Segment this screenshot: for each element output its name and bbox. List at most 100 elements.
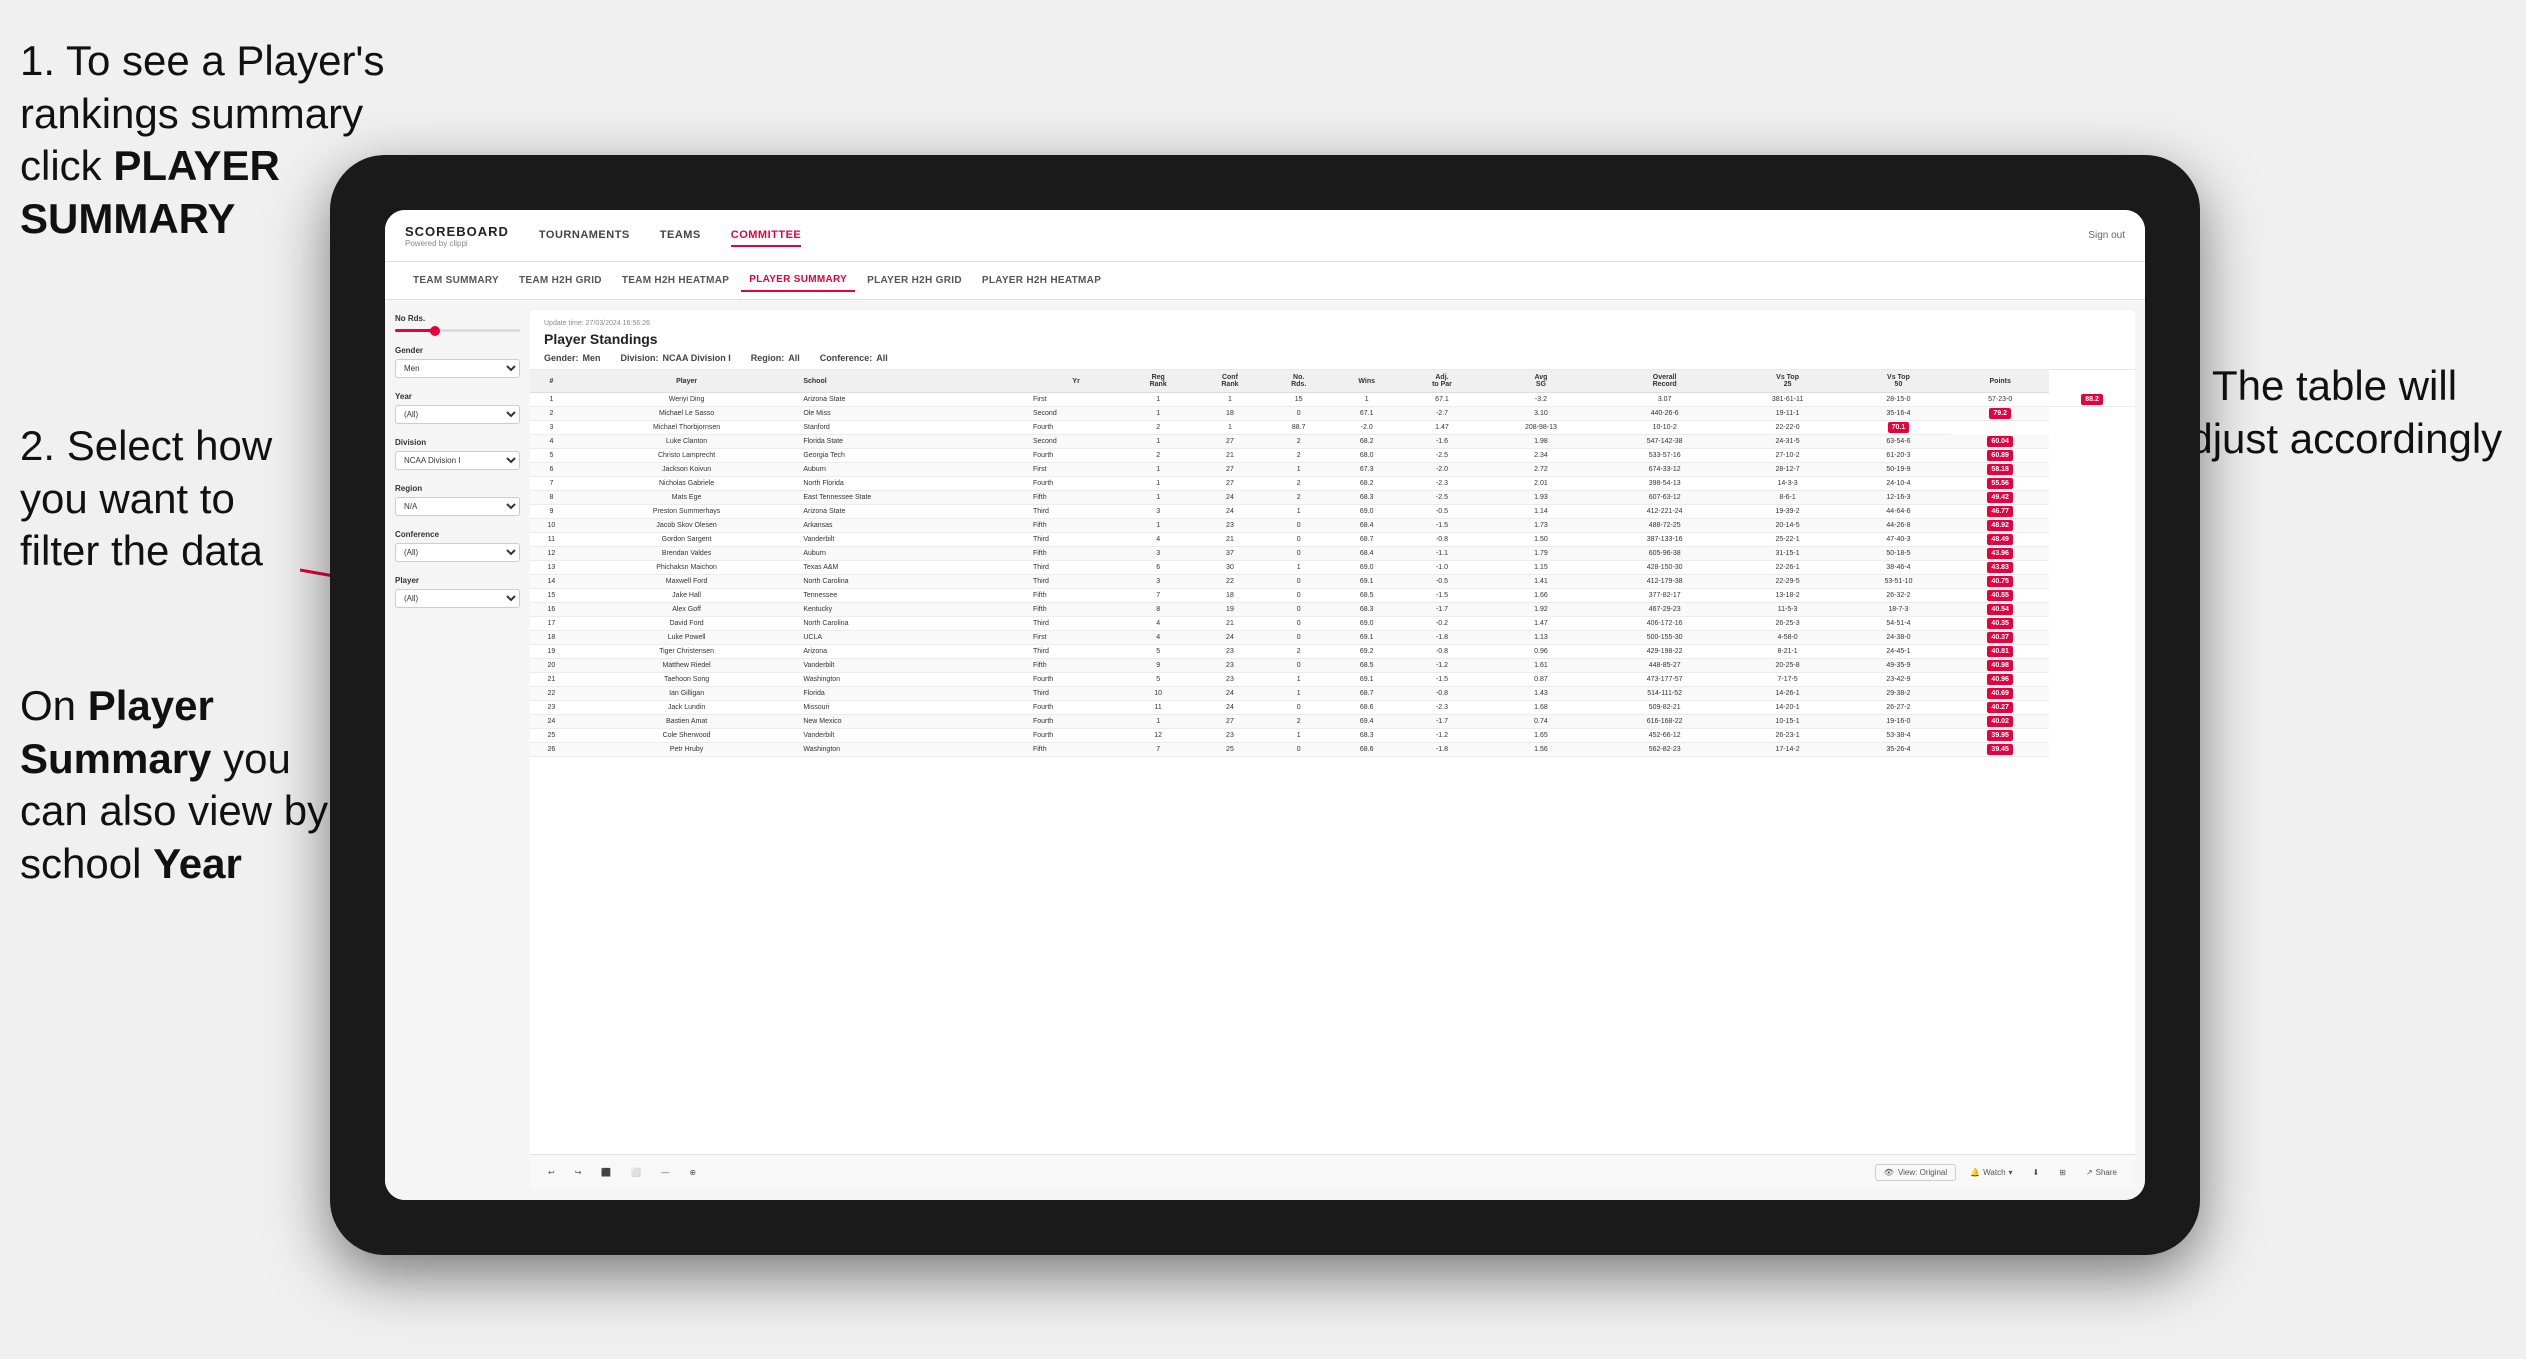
- table-cell: 27: [1194, 477, 1266, 491]
- table-cell: 53-38-4: [1846, 729, 1952, 743]
- sub-nav-team-h2h-grid[interactable]: TEAM H2H GRID: [511, 270, 610, 291]
- table-cell: UCLA: [800, 631, 1030, 645]
- col-adj: Adj.to Par: [1402, 370, 1482, 393]
- table-cell: 69.4: [1332, 715, 1402, 729]
- table-cell: 23: [1194, 729, 1266, 743]
- table-cell: 2: [1122, 421, 1194, 435]
- toolbar-btn-5[interactable]: —: [655, 1165, 675, 1180]
- nav-committee[interactable]: COMMITTEE: [731, 225, 802, 247]
- table-cell: -2.3: [1402, 701, 1482, 715]
- table-cell: Fourth: [1030, 421, 1122, 435]
- sub-nav-player-summary[interactable]: PLAYER SUMMARY: [741, 269, 855, 292]
- toolbar-btn-3[interactable]: ⬛: [595, 1165, 617, 1180]
- table-cell: Jackson Koivun: [573, 463, 801, 477]
- table-cell: Fourth: [1030, 673, 1122, 687]
- table-cell: 61-20-3: [1846, 449, 1952, 463]
- footer-bold-year: Year: [153, 840, 242, 887]
- table-cell: 23: [1194, 673, 1266, 687]
- table-cell: 24-38-0: [1846, 631, 1952, 645]
- table-cell: 14-3-3: [1730, 477, 1846, 491]
- toolbar-btn-4[interactable]: ⬜: [625, 1165, 647, 1180]
- table-cell: 19: [1194, 603, 1266, 617]
- points-value: 40.69: [1987, 688, 2013, 699]
- points-value: 48.92: [1987, 520, 2013, 531]
- gender-select[interactable]: Men: [395, 359, 520, 378]
- table-cell: Vanderbilt: [800, 533, 1030, 547]
- table-cell: Michael Thorbjornsen: [573, 421, 801, 435]
- table-cell: 39.95: [1951, 729, 2049, 743]
- share-label: Share: [2096, 1168, 2117, 1177]
- redo-btn[interactable]: ↪: [569, 1165, 588, 1180]
- col-conf-rank: ConfRank: [1194, 370, 1266, 393]
- table-cell: 54-51-4: [1846, 617, 1952, 631]
- table-cell: 68.5: [1332, 659, 1402, 673]
- col-rank: #: [530, 370, 573, 393]
- table-cell: 412-221-24: [1600, 505, 1730, 519]
- region-select[interactable]: N/A: [395, 497, 520, 516]
- table-row: 22Ian GilliganFloridaThird1024168.7-0.81…: [530, 687, 2135, 701]
- nav-teams[interactable]: TEAMS: [660, 225, 701, 247]
- table-cell: 21: [1194, 449, 1266, 463]
- points-value: 55.56: [1987, 478, 2013, 489]
- table-cell: 40.02: [1951, 715, 2049, 729]
- table-cell: 0: [1266, 743, 1332, 757]
- table-cell: 15: [530, 589, 573, 603]
- points-value: 49.42: [1987, 492, 2013, 503]
- table-cell: -0.8: [1402, 645, 1482, 659]
- table-cell: Washington: [800, 743, 1030, 757]
- table-cell: 22-26-1: [1730, 561, 1846, 575]
- table-cell: 1: [1266, 561, 1332, 575]
- table-cell: -1.8: [1402, 631, 1482, 645]
- division-select[interactable]: NCAA Division I: [395, 451, 520, 470]
- toolbar-grid-btn[interactable]: ⊞: [2053, 1165, 2072, 1180]
- table-cell: 387-133-16: [1600, 533, 1730, 547]
- table-cell: 40.98: [1951, 659, 2049, 673]
- slider-track[interactable]: [395, 329, 520, 332]
- table-cell: Third: [1030, 561, 1122, 575]
- sub-nav-player-h2h-heatmap[interactable]: PLAYER H2H HEATMAP: [974, 270, 1109, 291]
- table-cell: Bastien Amat: [573, 715, 801, 729]
- table-cell: 30: [1194, 561, 1266, 575]
- table-cell: 1.14: [1482, 505, 1600, 519]
- toolbar-download-btn[interactable]: ⬇: [2027, 1165, 2046, 1180]
- data-table[interactable]: # Player School Yr RegRank ConfRank No.R…: [530, 370, 2135, 1154]
- table-row: 20Matthew RiedelVanderbiltFifth923068.5-…: [530, 659, 2135, 673]
- table-cell: 1: [1266, 463, 1332, 477]
- table-cell: 381-61-11: [1730, 393, 1846, 407]
- year-select[interactable]: (All): [395, 405, 520, 424]
- table-cell: 1: [1122, 435, 1194, 449]
- table-cell: 7: [530, 477, 573, 491]
- table-cell: -1.2: [1402, 729, 1482, 743]
- table-row: 18Luke PowellUCLAFirst424069.1-1.81.1350…: [530, 631, 2135, 645]
- sub-nav-team-summary[interactable]: TEAM SUMMARY: [405, 270, 507, 291]
- table-cell: 1: [1266, 729, 1332, 743]
- sub-nav-player-h2h-grid[interactable]: PLAYER H2H GRID: [859, 270, 970, 291]
- view-original-btn[interactable]: 👁 View: Original: [1875, 1164, 1956, 1181]
- table-cell: 1: [1122, 463, 1194, 477]
- table-cell: Texas A&M: [800, 561, 1030, 575]
- conference-select[interactable]: (All): [395, 543, 520, 562]
- undo-btn[interactable]: ↩: [542, 1165, 561, 1180]
- share-btn[interactable]: ↗ Share: [2080, 1165, 2123, 1180]
- table-cell: 0: [1266, 701, 1332, 715]
- table-cell: 40.27: [1951, 701, 2049, 715]
- slider-thumb[interactable]: [430, 326, 440, 336]
- table-cell: -1.7: [1402, 715, 1482, 729]
- toolbar-btn-6[interactable]: ⊕: [683, 1165, 702, 1180]
- table-cell: Fifth: [1030, 491, 1122, 505]
- table-cell: 14: [530, 575, 573, 589]
- table-cell: Phichaksn Maichon: [573, 561, 801, 575]
- table-cell: Preston Summerhays: [573, 505, 801, 519]
- nav-tournaments[interactable]: TOURNAMENTS: [539, 225, 630, 247]
- sub-nav-team-h2h-heatmap[interactable]: TEAM H2H HEATMAP: [614, 270, 737, 291]
- table-cell: 40.69: [1951, 687, 2049, 701]
- watch-btn[interactable]: 🔔 Watch ▾: [1964, 1165, 2018, 1180]
- table-cell: Arizona State: [800, 393, 1030, 407]
- instruction-2-line1: 2. Select how: [20, 422, 272, 469]
- table-cell: 2: [1266, 715, 1332, 729]
- table-cell: 23: [530, 701, 573, 715]
- table-cell: 19: [530, 645, 573, 659]
- table-cell: 27-10-2: [1730, 449, 1846, 463]
- nav-sign-out[interactable]: Sign out: [2088, 230, 2125, 241]
- player-select[interactable]: (All): [395, 589, 520, 608]
